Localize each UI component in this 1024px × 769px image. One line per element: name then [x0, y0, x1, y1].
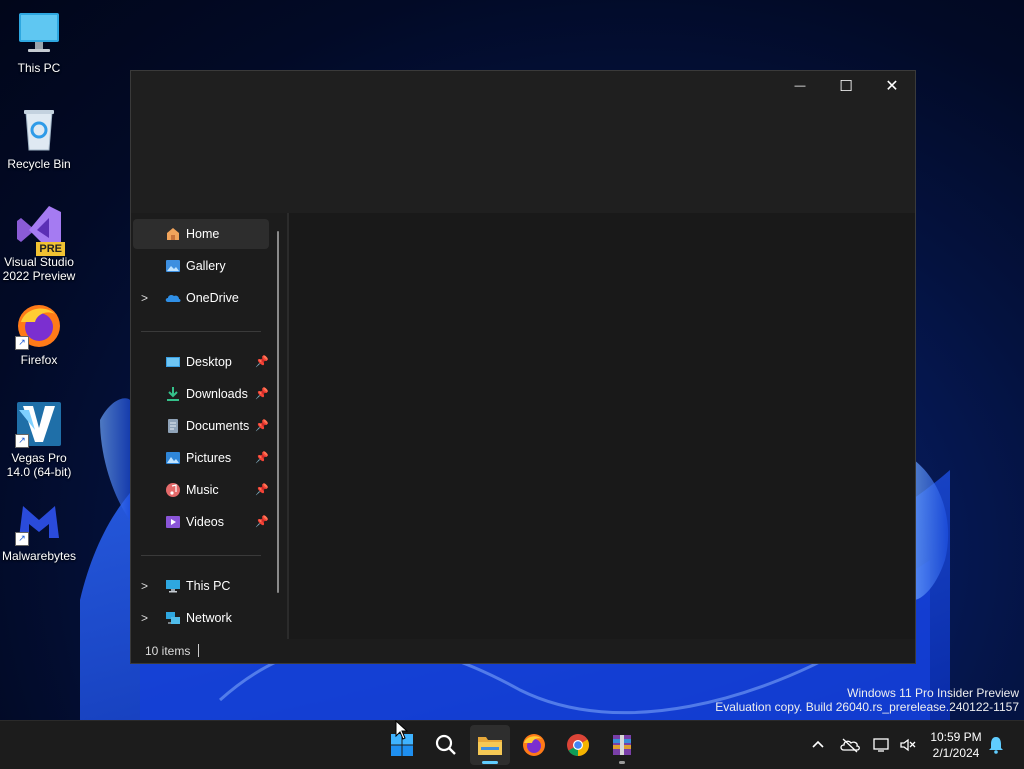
- minimize-button[interactable]: —: [777, 71, 823, 101]
- watermark-line-2: Evaluation copy. Build 26040.rs_prerelea…: [715, 700, 1019, 714]
- nav-item-downloads[interactable]: Downloads 📌: [133, 379, 269, 409]
- desktop-icon-visual-studio[interactable]: PRE Visual Studio 2022 Preview: [0, 204, 78, 283]
- desktop-folder-icon: [166, 357, 180, 367]
- nav-item-desktop[interactable]: Desktop 📌: [133, 347, 269, 377]
- pin-icon: 📌: [255, 516, 269, 528]
- nav-item-home[interactable]: Home: [133, 219, 269, 249]
- show-hidden-icons-button[interactable]: [808, 735, 828, 755]
- desktop-icon-label: This PC: [17, 61, 61, 75]
- minimize-icon: —: [794, 80, 806, 92]
- pin-icon: 📌: [255, 452, 269, 464]
- documents-icon: [168, 419, 178, 433]
- firefox-icon: [523, 734, 545, 756]
- desktop-icon-malwarebytes[interactable]: ↗ Malwarebytes: [0, 498, 78, 563]
- videos-icon: [166, 516, 180, 528]
- network-icon: [166, 612, 180, 624]
- nav-item-gallery[interactable]: Gallery: [133, 251, 269, 281]
- nav-item-this-pc[interactable]: > This PC: [133, 571, 269, 601]
- preview-badge: PRE: [36, 242, 65, 256]
- volume-muted-icon: [900, 738, 916, 752]
- nav-item-documents[interactable]: Documents 📌: [133, 411, 269, 441]
- chevron-right-icon[interactable]: >: [141, 291, 153, 305]
- downloads-icon: [167, 387, 179, 401]
- nav-item-network[interactable]: > Network: [133, 603, 269, 633]
- chrome-icon: [567, 734, 589, 756]
- shortcut-arrow-icon: ↗: [15, 336, 29, 350]
- pin-icon: 📌: [255, 484, 269, 496]
- clock-date: 2/1/2024: [932, 746, 980, 760]
- pictures-icon: [166, 452, 180, 464]
- nav-item-videos[interactable]: Videos 📌: [133, 507, 269, 537]
- chevron-up-icon: [812, 740, 824, 748]
- recycle-bin-icon: [24, 110, 54, 151]
- desktop-icon-label: Firefox: [20, 353, 58, 367]
- mouse-cursor-icon: [395, 720, 409, 740]
- chevron-right-icon[interactable]: >: [141, 579, 153, 593]
- maximize-button[interactable]: ☐: [823, 71, 869, 101]
- gallery-icon: [166, 260, 180, 272]
- item-count: 10 items: [145, 644, 191, 658]
- shortcut-arrow-icon: ↗: [15, 434, 29, 448]
- file-explorer-taskbar-button[interactable]: [470, 725, 510, 765]
- desktop-icon-label: Recycle Bin: [7, 157, 71, 171]
- winrar-icon: [613, 735, 631, 755]
- shortcut-arrow-icon: ↗: [15, 532, 29, 546]
- status-divider: [198, 644, 199, 657]
- watermark-line-1: Windows 11 Pro Insider Preview: [847, 686, 1019, 700]
- chevron-right-icon[interactable]: >: [141, 611, 153, 625]
- onedrive-icon: [165, 294, 181, 302]
- search-icon: [435, 734, 456, 755]
- desktop-icon-recycle-bin[interactable]: Recycle Bin: [0, 106, 78, 171]
- file-explorer-icon: [478, 737, 502, 755]
- close-button[interactable]: ✕: [869, 71, 915, 101]
- pin-icon: 📌: [255, 356, 269, 368]
- desktop-icon-label: Visual Studio 2022 Preview: [2, 255, 76, 283]
- status-bar: 10 items: [131, 639, 915, 663]
- evaluation-watermark: Windows 11 Pro Insider Preview Evaluatio…: [715, 686, 1019, 714]
- desktop-icon-label: Malwarebytes: [1, 549, 77, 563]
- close-icon: ✕: [885, 78, 899, 95]
- desktop-icon-vegas-pro[interactable]: ↗ Vegas Pro 14.0 (64-bit): [0, 400, 78, 479]
- running-indicator: [619, 761, 625, 764]
- home-icon: [167, 228, 179, 240]
- winrar-taskbar-button[interactable]: [602, 725, 642, 765]
- active-indicator: [482, 761, 498, 764]
- file-explorer-window[interactable]: — ☐ ✕ Home Gallery > OneDrive Desktop 📌: [130, 70, 916, 664]
- firefox-taskbar-button[interactable]: [514, 725, 554, 765]
- clock-time: 10:59 PM: [930, 730, 982, 744]
- this-pc-icon: [166, 580, 180, 593]
- onedrive-tray-button[interactable]: [840, 735, 860, 755]
- nav-separator: [141, 331, 261, 332]
- nav-separator: [141, 555, 261, 556]
- monitor-icon: [19, 13, 59, 52]
- notifications-button[interactable]: [986, 735, 1006, 755]
- pin-icon: 📌: [255, 388, 269, 400]
- desktop-icon-label: Vegas Pro 14.0 (64-bit): [6, 451, 72, 479]
- navigation-pane[interactable]: Home Gallery > OneDrive Desktop 📌 Downlo…: [131, 213, 281, 639]
- nav-item-music[interactable]: Music 📌: [133, 475, 269, 505]
- nav-item-onedrive[interactable]: > OneDrive: [133, 283, 269, 313]
- chrome-taskbar-button[interactable]: [558, 725, 598, 765]
- nav-item-pictures[interactable]: Pictures 📌: [133, 443, 269, 473]
- system-clock[interactable]: 10:59 PM 2/1/2024: [922, 729, 990, 761]
- content-area[interactable]: [289, 213, 915, 639]
- cloud-offline-icon: [840, 738, 860, 753]
- desktop-icon-this-pc[interactable]: This PC: [0, 10, 78, 75]
- taskbar[interactable]: 10:59 PM 2/1/2024: [0, 720, 1024, 769]
- desktop-icon-firefox[interactable]: ↗ Firefox: [0, 302, 78, 367]
- maximize-icon: ☐: [839, 78, 853, 95]
- search-button[interactable]: [426, 725, 466, 765]
- nav-scrollbar[interactable]: [277, 231, 279, 593]
- music-icon: [166, 483, 180, 497]
- network-tray-button[interactable]: [872, 735, 892, 755]
- network-status-icon: [873, 738, 889, 752]
- volume-tray-button[interactable]: [898, 735, 918, 755]
- title-bar[interactable]: — ☐ ✕: [131, 71, 915, 213]
- pin-icon: 📌: [255, 420, 269, 432]
- bell-icon: [989, 737, 1003, 754]
